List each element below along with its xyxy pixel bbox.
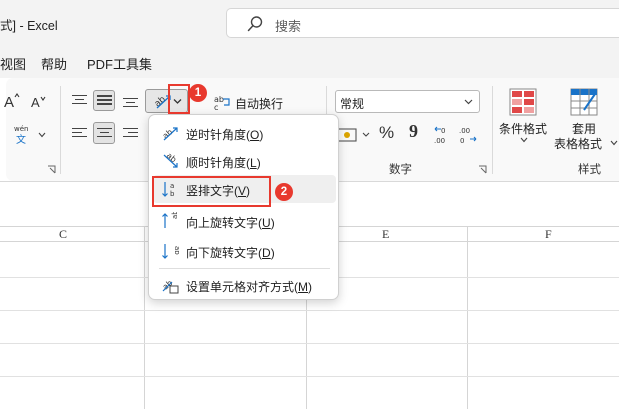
svg-text:A: A bbox=[4, 94, 14, 111]
grid-line bbox=[144, 226, 145, 409]
rotate-text-up-icon: ab bbox=[162, 212, 179, 228]
decrease-decimal-button[interactable]: .00 0 bbox=[458, 124, 478, 146]
number-launcher-icon[interactable] bbox=[478, 165, 487, 174]
conditional-format-label: 条件格式 bbox=[499, 122, 548, 136]
menu-help[interactable]: 帮助 bbox=[41, 54, 67, 73]
svg-text:ab: ab bbox=[161, 278, 174, 291]
grid-line bbox=[0, 376, 619, 377]
format-as-table-icon bbox=[570, 88, 598, 116]
increase-font-size-button[interactable]: A bbox=[4, 91, 20, 111]
menu-item-label: 顺时针角度(L) bbox=[186, 156, 261, 170]
phonetic-guide-icon: wén 文 bbox=[14, 125, 28, 145]
menu-item-label: 逆时针角度(O) bbox=[186, 128, 264, 142]
search-placeholder: 搜索 bbox=[275, 19, 302, 34]
column-header-c[interactable]: C bbox=[59, 227, 67, 242]
ribbon-separator bbox=[492, 86, 493, 174]
column-header-e[interactable]: E bbox=[382, 227, 389, 242]
annotation-box-1 bbox=[168, 84, 190, 114]
svg-text:0: 0 bbox=[441, 127, 445, 135]
svg-text:ab: ab bbox=[153, 94, 168, 109]
align-left-button[interactable] bbox=[70, 123, 88, 143]
menu-item-format-cell-alignment[interactable]: ab 设置单元格对齐方式(M) bbox=[153, 271, 336, 299]
grid-line bbox=[0, 310, 619, 311]
svg-text:ab: ab bbox=[171, 212, 179, 219]
wrap-text-icon: ab c bbox=[214, 95, 230, 111]
annotation-badge-1: 1 bbox=[189, 84, 207, 102]
svg-text:ab: ab bbox=[173, 246, 179, 255]
window-title: 式] - Excel bbox=[0, 19, 58, 33]
chevron-down-icon bbox=[610, 140, 618, 146]
menu-item-rotate-text-up[interactable]: ab 向上旋转文字(U) bbox=[153, 207, 336, 235]
format-as-table-button[interactable]: 套用 表格格式 bbox=[552, 88, 618, 151]
svg-text:c: c bbox=[214, 103, 218, 111]
column-header-f[interactable]: F bbox=[545, 227, 552, 242]
grid-line bbox=[467, 226, 468, 409]
menu-item-angle-clockwise[interactable]: ab 顺时针角度(L) bbox=[153, 147, 336, 175]
increase-font-icon: A bbox=[4, 93, 20, 111]
orientation-menu: ab 逆时针角度(O) ab 顺时针角度(L) a b 竖排文字(V) ab 向… bbox=[148, 114, 339, 300]
search-icon bbox=[247, 16, 263, 32]
chevron-down-icon bbox=[464, 99, 473, 105]
angle-counterclockwise-icon: ab bbox=[161, 127, 178, 141]
menu-item-rotate-text-down[interactable]: ab 向下旋转文字(D) bbox=[153, 237, 336, 265]
wrap-text-button[interactable]: ab c 自动换行 bbox=[214, 92, 306, 112]
svg-text:0: 0 bbox=[460, 137, 464, 145]
currency-icon bbox=[337, 128, 370, 142]
menu-divider bbox=[159, 268, 330, 269]
top-align-icon bbox=[71, 94, 87, 107]
svg-text:A: A bbox=[31, 95, 40, 110]
title-bar: 式] - Excel 搜索 bbox=[0, 0, 619, 46]
format-cell-alignment-icon: ab bbox=[161, 278, 179, 294]
ribbon-separator bbox=[60, 86, 61, 174]
middle-align-button[interactable] bbox=[93, 90, 115, 111]
menu-view[interactable]: 视图 bbox=[0, 54, 26, 73]
wrap-text-label: 自动换行 bbox=[235, 97, 284, 111]
align-center-button[interactable] bbox=[93, 122, 115, 144]
angle-clockwise-icon: ab bbox=[163, 152, 178, 168]
decrease-decimal-icon: .00 0 bbox=[459, 127, 477, 145]
conditional-format-button[interactable]: 条件格式 bbox=[497, 88, 551, 150]
decrease-font-size-button[interactable]: A bbox=[31, 93, 47, 111]
accounting-format-button[interactable] bbox=[337, 125, 373, 145]
decrease-font-icon: A bbox=[31, 95, 46, 110]
phonetic-guide-button[interactable]: wén 文 bbox=[10, 123, 36, 145]
styles-group-label: 样式 bbox=[578, 164, 601, 176]
format-as-table-label-2: 表格格式 bbox=[554, 137, 603, 151]
conditional-format-icon bbox=[509, 88, 537, 116]
increase-decimal-icon: 0 .00 bbox=[434, 126, 445, 145]
align-right-icon bbox=[122, 127, 138, 140]
align-left-icon bbox=[71, 127, 87, 140]
menu-item-label: 向下旋转文字(D) bbox=[186, 246, 275, 260]
menu-item-label: 设置单元格对齐方式(M) bbox=[186, 280, 313, 294]
number-group-label: 数字 bbox=[389, 164, 412, 176]
percent-style-button[interactable]: % bbox=[379, 123, 394, 143]
top-align-button[interactable] bbox=[70, 91, 88, 109]
phonetic-dropdown-chevron-icon[interactable] bbox=[38, 132, 46, 138]
align-right-button[interactable] bbox=[121, 123, 139, 143]
middle-align-icon bbox=[96, 94, 112, 107]
phonetic-char: 文 bbox=[16, 133, 26, 145]
annotation-box-2 bbox=[152, 176, 271, 207]
annotation-badge-2: 2 bbox=[275, 183, 293, 201]
search-input[interactable]: 搜索 bbox=[226, 8, 619, 38]
comma-style-button[interactable]: 9 bbox=[409, 121, 418, 142]
bottom-align-button[interactable] bbox=[121, 92, 139, 110]
menu-item-angle-counterclockwise[interactable]: ab 逆时针角度(O) bbox=[153, 119, 336, 147]
svg-text:.00: .00 bbox=[434, 137, 445, 145]
menu-item-label: 向上旋转文字(U) bbox=[186, 216, 275, 230]
number-format-value: 常规 bbox=[340, 97, 365, 111]
number-format-select[interactable]: 常规 bbox=[335, 90, 480, 113]
font-launcher-icon[interactable] bbox=[47, 165, 56, 174]
rotate-text-down-icon: ab bbox=[162, 244, 179, 259]
menu-pdf-tools[interactable]: PDF工具集 bbox=[87, 54, 152, 73]
svg-text:ab: ab bbox=[161, 127, 174, 140]
bottom-align-icon bbox=[122, 95, 138, 108]
increase-decimal-button[interactable]: 0 .00 bbox=[433, 124, 453, 146]
menu-bar: 视图 帮助 PDF工具集 bbox=[0, 46, 619, 78]
align-center-icon bbox=[96, 127, 112, 140]
grid-line bbox=[0, 343, 619, 344]
phonetic-label: wén bbox=[14, 125, 28, 133]
chevron-down-icon bbox=[520, 137, 528, 143]
svg-text:.00: .00 bbox=[459, 127, 470, 135]
